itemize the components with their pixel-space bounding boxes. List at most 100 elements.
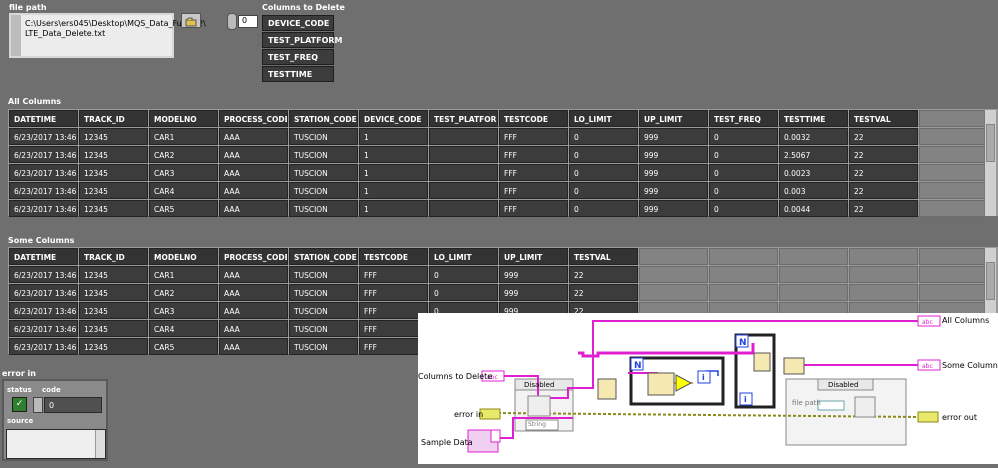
table-cell[interactable]: 12345 (79, 164, 148, 181)
table-cell[interactable]: 0 (709, 164, 778, 181)
error-out-terminal[interactable] (917, 411, 939, 423)
table-cell[interactable] (429, 128, 498, 145)
table-cell[interactable]: 12345 (79, 200, 148, 217)
table-cell[interactable]: 999 (639, 200, 708, 217)
table-cell[interactable]: CAR5 (149, 200, 218, 217)
column-header[interactable] (849, 248, 918, 265)
table-cell[interactable] (429, 146, 498, 163)
table-cell[interactable] (709, 284, 778, 301)
table-cell[interactable] (639, 284, 708, 301)
table-cell[interactable]: FFF (359, 266, 428, 283)
table-cell[interactable] (919, 200, 988, 217)
table-cell[interactable]: AAA (219, 284, 288, 301)
table-cell[interactable]: FFF (499, 128, 568, 145)
array-index-control[interactable]: 0 (227, 13, 259, 30)
table-cell[interactable]: 6/23/2017 13:46 (9, 338, 78, 355)
table-cell[interactable]: TUSCION (289, 266, 358, 283)
table-cell[interactable]: TUSCION (289, 320, 358, 337)
table-cell[interactable]: 22 (849, 182, 918, 199)
table-cell[interactable]: CAR1 (149, 266, 218, 283)
table-cell[interactable]: TUSCION (289, 146, 358, 163)
index-value[interactable]: 0 (238, 15, 258, 28)
table-cell[interactable]: TUSCION (289, 200, 358, 217)
column-header[interactable]: TEST_FREQ (709, 110, 778, 127)
code-stepper[interactable] (33, 397, 43, 413)
table-cell[interactable]: 1 (359, 146, 428, 163)
table-cell[interactable]: 12345 (79, 128, 148, 145)
table-cell[interactable]: CAR5 (149, 338, 218, 355)
column-header[interactable]: TESTTIME (779, 110, 848, 127)
table-cell[interactable]: 22 (569, 266, 638, 283)
column-header[interactable]: TESTVAL (849, 110, 918, 127)
file-path-field[interactable]: C:\Users\ers045\Desktop\MQS_Data_Fusion2… (9, 13, 206, 58)
scrollbar-thumb[interactable] (986, 262, 995, 300)
table-cell[interactable]: CAR4 (149, 182, 218, 199)
table-cell[interactable]: 6/23/2017 13:46 (9, 128, 78, 145)
column-header[interactable]: TESTVAL (569, 248, 638, 265)
column-header[interactable]: STATION_CODE (289, 248, 358, 265)
table-cell[interactable]: 0 (709, 200, 778, 217)
table-cell[interactable]: 999 (639, 182, 708, 199)
table-cell[interactable]: TUSCION (289, 128, 358, 145)
table-cell[interactable]: CAR2 (149, 284, 218, 301)
table-cell[interactable]: TUSCION (289, 284, 358, 301)
table-cell[interactable]: AAA (219, 302, 288, 319)
index-increment-decrement[interactable] (227, 13, 237, 30)
table-cell[interactable]: CAR3 (149, 302, 218, 319)
table-cell[interactable]: AAA (219, 320, 288, 337)
table-cell[interactable] (429, 200, 498, 217)
table-cell[interactable]: TUSCION (289, 182, 358, 199)
column-header[interactable] (919, 110, 988, 127)
column-header[interactable]: TEST_PLATFORM (429, 110, 498, 127)
table-cell[interactable]: 6/23/2017 13:46 (9, 302, 78, 319)
table-cell[interactable]: 999 (639, 164, 708, 181)
table-cell[interactable]: TUSCION (289, 302, 358, 319)
table-cell[interactable]: 12345 (79, 320, 148, 337)
table-cell[interactable]: TUSCION (289, 338, 358, 355)
table-cell[interactable]: 12345 (79, 284, 148, 301)
table-cell[interactable]: 1 (359, 164, 428, 181)
table-cell[interactable]: 0 (709, 182, 778, 199)
table-cell[interactable]: 0 (569, 182, 638, 199)
all-columns-scrollbar[interactable] (984, 110, 996, 216)
table-cell[interactable]: CAR4 (149, 320, 218, 337)
table-cell[interactable] (919, 128, 988, 145)
column-header[interactable]: PROCESS_CODE (219, 110, 288, 127)
table-cell[interactable]: 6/23/2017 13:46 (9, 320, 78, 337)
table-cell[interactable]: 22 (569, 284, 638, 301)
columns-to-delete-item[interactable]: TEST_FREQ (262, 49, 334, 65)
table-cell[interactable]: 6/23/2017 13:46 (9, 164, 78, 181)
table-cell[interactable]: AAA (219, 200, 288, 217)
table-cell[interactable]: 12345 (79, 146, 148, 163)
table-cell[interactable]: 22 (849, 146, 918, 163)
table-cell[interactable]: AAA (219, 128, 288, 145)
table-cell[interactable]: 999 (499, 284, 568, 301)
table-cell[interactable] (639, 266, 708, 283)
table-cell[interactable]: AAA (219, 182, 288, 199)
source-field[interactable] (6, 429, 106, 459)
table-cell[interactable] (779, 266, 848, 283)
column-header[interactable]: UP_LIMIT (639, 110, 708, 127)
table-cell[interactable]: CAR1 (149, 128, 218, 145)
table-cell[interactable]: 0 (709, 146, 778, 163)
column-header[interactable] (639, 248, 708, 265)
table-cell[interactable] (779, 284, 848, 301)
scrollbar-thumb[interactable] (986, 124, 995, 162)
table-cell[interactable]: 6/23/2017 13:46 (9, 146, 78, 163)
table-cell[interactable] (709, 266, 778, 283)
diagram-disabled-1[interactable]: Disabled (524, 381, 554, 389)
table-cell[interactable]: 0 (569, 200, 638, 217)
column-header[interactable]: DATETIME (9, 248, 78, 265)
file-path-menu-arrow[interactable] (11, 15, 21, 56)
column-header[interactable]: TESTCODE (499, 110, 568, 127)
column-header[interactable] (779, 248, 848, 265)
table-cell[interactable]: 6/23/2017 13:46 (9, 284, 78, 301)
browse-folder-button[interactable] (181, 13, 201, 28)
column-header[interactable] (709, 248, 778, 265)
columns-to-delete-item[interactable]: TESTTIME (262, 66, 334, 82)
table-cell[interactable]: 6/23/2017 13:46 (9, 182, 78, 199)
table-cell[interactable] (919, 284, 988, 301)
table-cell[interactable]: 6/23/2017 13:46 (9, 266, 78, 283)
table-cell[interactable]: FFF (359, 284, 428, 301)
column-header[interactable]: TESTCODE (359, 248, 428, 265)
